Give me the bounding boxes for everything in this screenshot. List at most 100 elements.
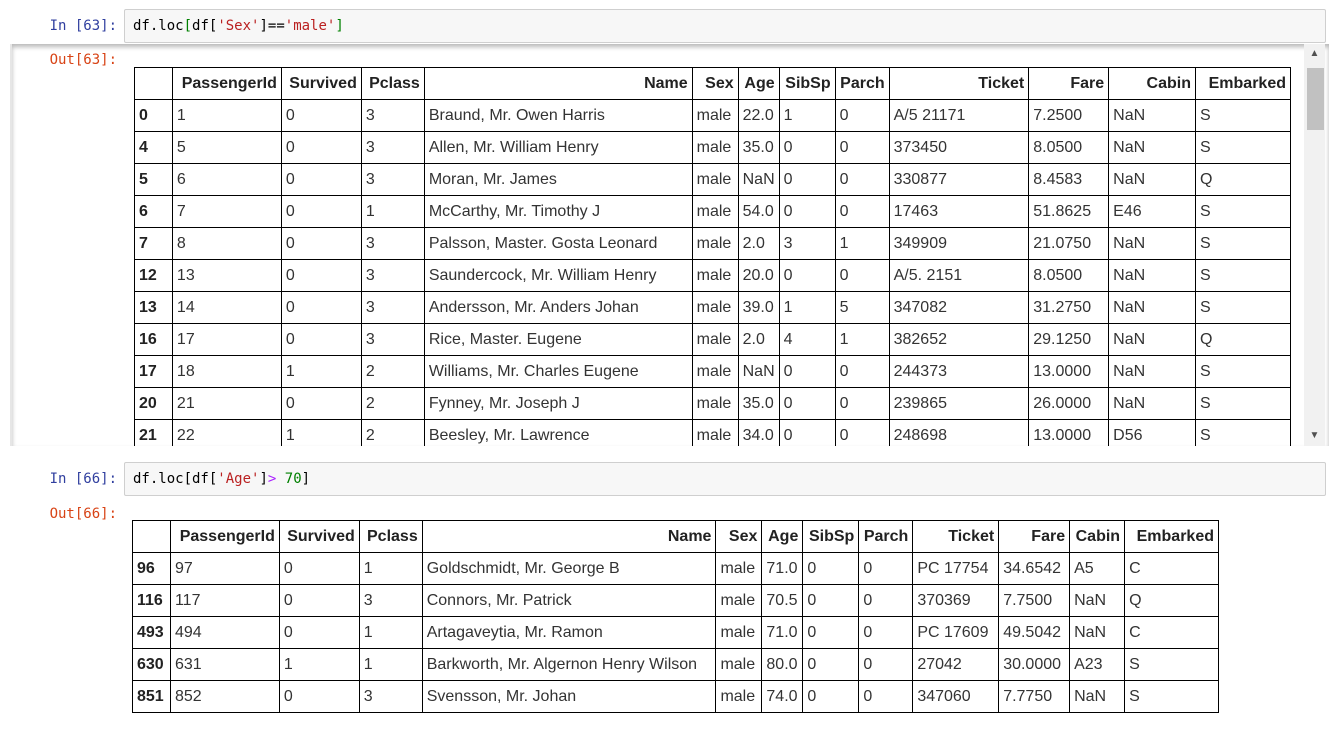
table-cell: male [691, 323, 739, 356]
table-cell: 0 [280, 387, 362, 420]
table-row: 12 13 0 3 Saundercock, Mr. William Henry male… [134, 259, 1292, 292]
table-cell: 1 [834, 227, 890, 260]
table-cell: S [1194, 387, 1292, 420]
row-index: 630 [132, 648, 171, 681]
table-row: 17 18 1 2 Williams, Mr. Charles Eugene male Na… [134, 355, 1292, 388]
table-cell: NaN [1069, 584, 1126, 617]
table-cell: male [691, 131, 739, 164]
table-cell: 1 [834, 323, 890, 356]
code-input-cell[interactable]: df.loc[df['Sex']=='male'] [124, 9, 1326, 43]
table-cell: 0 [278, 552, 360, 585]
row-index: 851 [132, 680, 171, 713]
table-cell: male [715, 616, 763, 649]
column-header-parch: Parch [858, 520, 914, 553]
table-cell: 0 [280, 291, 362, 324]
output-prompt: Out[66]: [49, 506, 117, 522]
table-cell: NaN [737, 163, 780, 196]
table-cell: 1 [280, 419, 362, 446]
table-cell: 49.5042 [998, 616, 1071, 649]
table-cell: NaN [1108, 323, 1196, 356]
code-token: df[ [192, 18, 218, 34]
table-cell: 349909 [888, 227, 1030, 260]
table-cell: PC 17609 [912, 616, 1000, 649]
table-cell: 2 [360, 387, 425, 420]
table-cell: 0 [802, 680, 860, 713]
table-cell: Fynney, Mr. Joseph J [423, 387, 693, 420]
row-index: 6 [134, 195, 173, 228]
table-cell: S [1124, 680, 1219, 713]
table-cell: S [1194, 419, 1292, 446]
table-cell: Goldschmidt, Mr. George B [421, 552, 717, 585]
table-cell: male [691, 195, 739, 228]
table-cell: S [1194, 99, 1292, 132]
table-cell: NaN [1108, 131, 1196, 164]
table-cell: A5 [1069, 552, 1126, 585]
table-cell: 3 [360, 99, 425, 132]
table-row: 96 97 0 1 Goldschmidt, Mr. George Bmale 71.0 0… [132, 552, 1219, 585]
table-cell: 0 [778, 163, 836, 196]
table-row: 16 17 0 3 Rice, Master. Eugene male 2.0 4 1 38265… [134, 323, 1292, 356]
table-cell: 26.0000 [1028, 387, 1110, 420]
scroll-down-arrow-icon[interactable]: ▼ [1304, 426, 1325, 446]
column-header-survived: Survived [278, 520, 360, 553]
table-cell: 29.1250 [1028, 323, 1110, 356]
table-cell: 248698 [888, 419, 1030, 446]
table-cell: 1 [358, 616, 423, 649]
input-prompt: In [66]: [49, 471, 117, 487]
table-cell: male [691, 227, 739, 260]
table-cell: Q [1194, 163, 1292, 196]
table-cell: male [691, 291, 739, 324]
table-cell: 0 [778, 195, 836, 228]
table-cell: 8.0500 [1028, 131, 1110, 164]
table-row: 493 494 0 1 Artagaveytia, Mr. Ramon male 71.0 0… [132, 616, 1219, 649]
row-index: 116 [132, 584, 171, 617]
table-cell: 0 [278, 616, 360, 649]
row-index: 96 [132, 552, 171, 585]
table-row: 7 8 0 3 Palsson, Master. Gosta Leonard male 2.… [134, 227, 1292, 260]
code-input-cell[interactable]: df.loc[df['Age']> 70] [124, 462, 1326, 496]
table-cell: 3 [360, 323, 425, 356]
table-cell: 31.2750 [1028, 291, 1110, 324]
header-row: PassengerId Survived Pclass Name Sex Age SibSp… [134, 67, 1292, 100]
table-cell: S [1124, 648, 1219, 681]
code-token: df.loc[df[ [133, 471, 218, 487]
table-cell: 5 [834, 291, 890, 324]
table-cell: male [715, 584, 763, 617]
table-cell: 852 [169, 680, 280, 713]
table-cell: male [715, 680, 763, 713]
table-cell: 80.0 [761, 648, 804, 681]
code-token: 'Age' [217, 471, 260, 487]
code-token: ] [301, 471, 311, 487]
scrollable-output-area[interactable]: PassengerId Survived Pclass Name Sex Age SibSp… [10, 44, 1329, 446]
table-cell: Braund, Mr. Owen Harris [423, 99, 693, 132]
table-cell: 0 [280, 323, 362, 356]
column-header-sibsp: SibSp [778, 67, 836, 100]
table-cell: 13.0000 [1028, 419, 1110, 446]
table-cell: 8 [171, 227, 282, 260]
table-cell: 0 [778, 419, 836, 446]
column-header-fare: Fare [998, 520, 1071, 553]
row-index: 493 [132, 616, 171, 649]
column-header-sex: Sex [715, 520, 763, 553]
table-cell: 0 [834, 259, 890, 292]
output-scrollbar[interactable]: ▲ ▼ [1304, 44, 1325, 446]
column-header-ticket: Ticket [888, 67, 1030, 100]
scroll-up-arrow-icon[interactable]: ▲ [1304, 44, 1325, 64]
table-cell: NaN [1108, 355, 1196, 388]
table-cell: male [715, 552, 763, 585]
table-cell: male [691, 259, 739, 292]
column-header-pclass: Pclass [360, 67, 425, 100]
table-cell: 370369 [912, 584, 1000, 617]
table-cell: 27042 [912, 648, 1000, 681]
table-cell: 0 [858, 680, 914, 713]
table-cell: 0 [278, 680, 360, 713]
table-cell: Artagaveytia, Mr. Ramon [421, 616, 717, 649]
table-cell: male [691, 99, 739, 132]
table-cell: 8.0500 [1028, 259, 1110, 292]
table-cell: 0 [834, 387, 890, 420]
table-cell: Beesley, Mr. Lawrence [423, 419, 693, 446]
scrollbar-thumb[interactable] [1307, 68, 1324, 130]
table-cell: 2 [360, 355, 425, 388]
table-cell: 97 [169, 552, 280, 585]
